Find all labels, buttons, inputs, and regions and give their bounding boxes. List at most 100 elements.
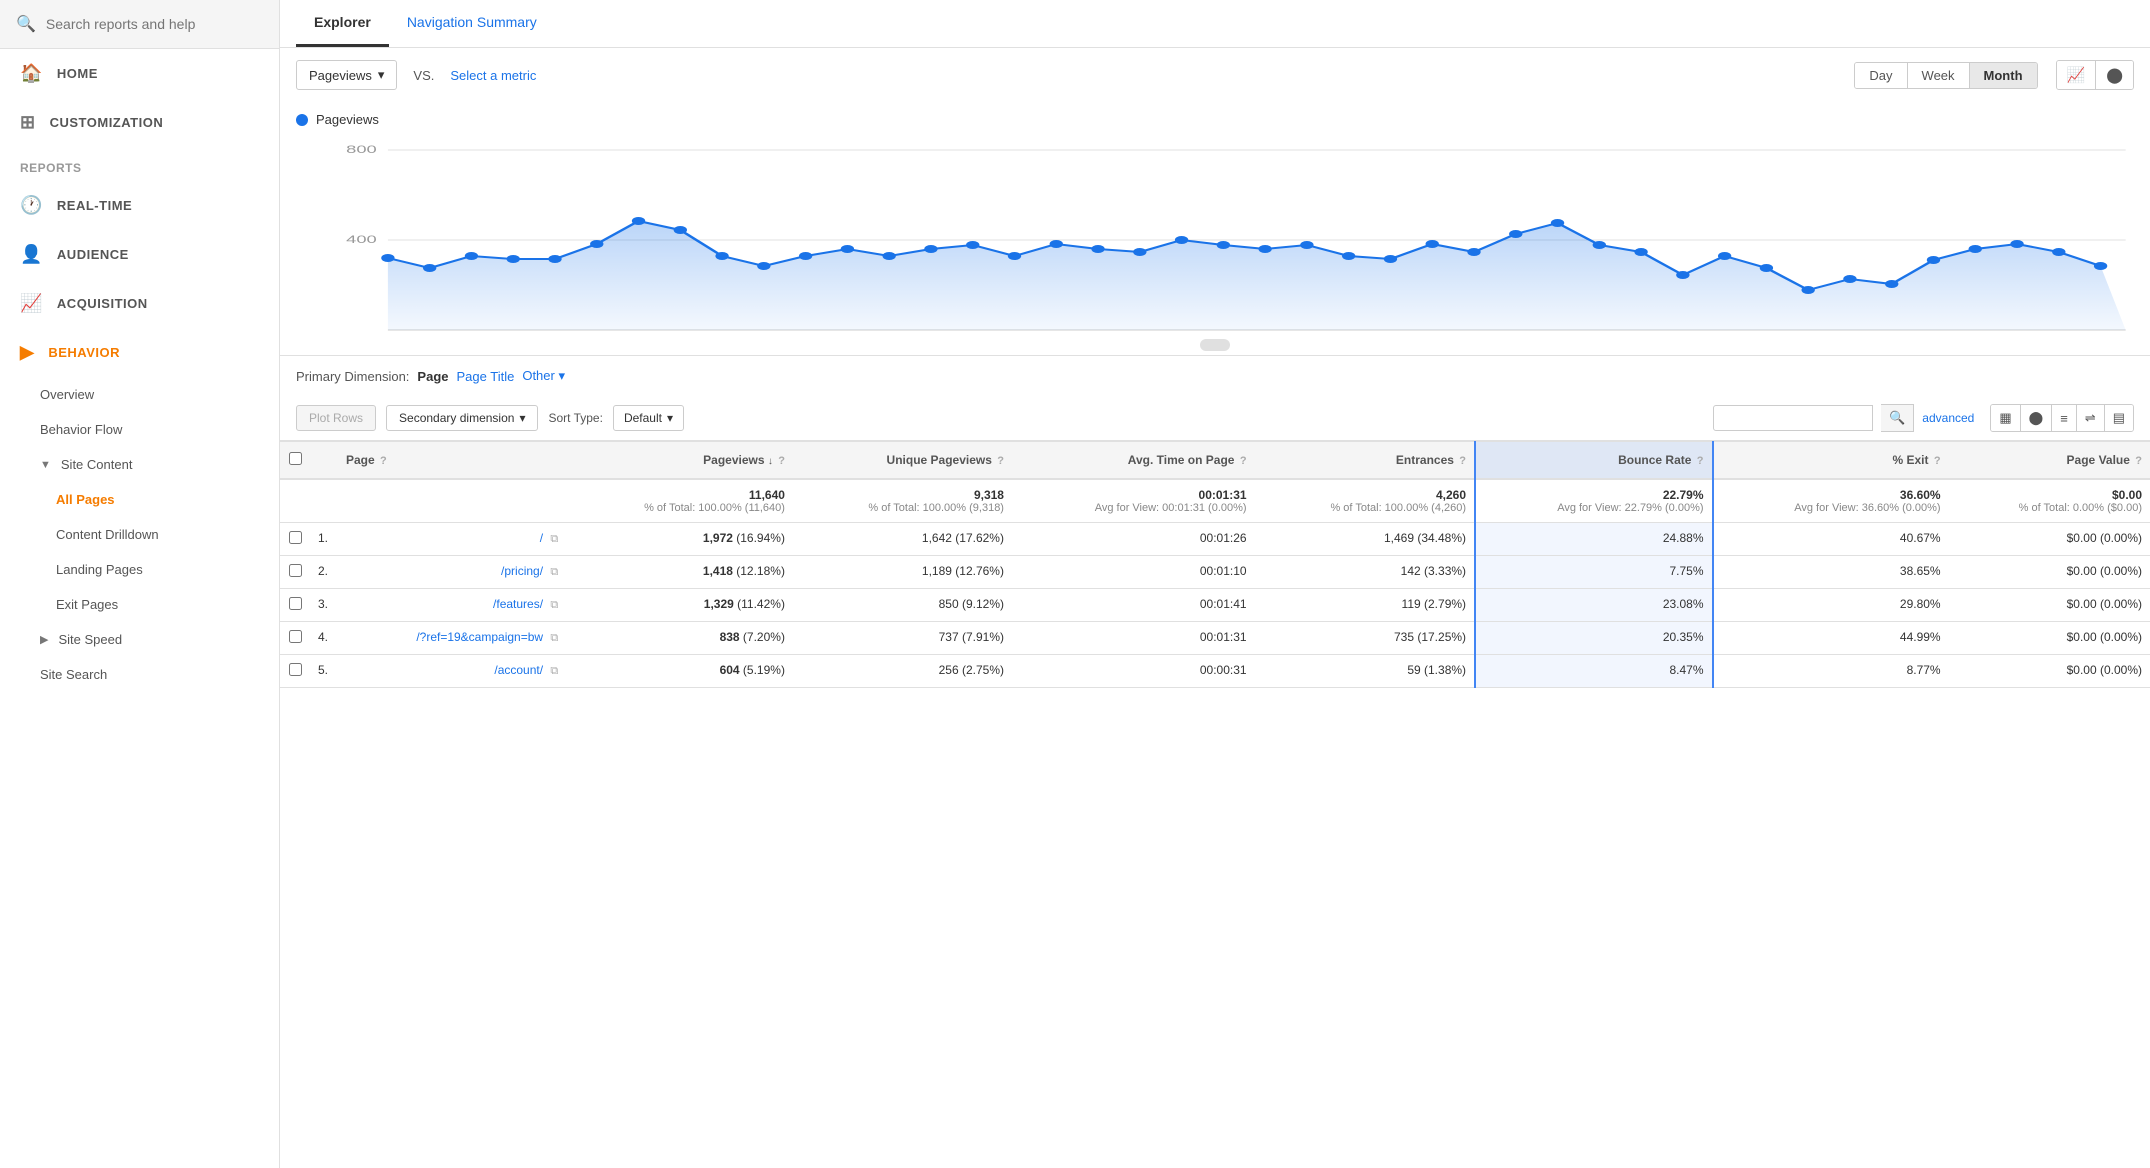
copy-icon-3[interactable]: ⧉ bbox=[550, 632, 558, 644]
tab-navigation-summary[interactable]: Navigation Summary bbox=[389, 0, 555, 47]
view-data-btn[interactable]: ▦ bbox=[1991, 405, 2020, 431]
total-page-value: $0.00 % of Total: 0.00% ($0.00) bbox=[1949, 479, 2150, 523]
copy-icon-1[interactable]: ⧉ bbox=[550, 566, 558, 578]
sidebar-item-landing-pages[interactable]: Landing Pages bbox=[0, 552, 279, 587]
copy-icon-0[interactable]: ⧉ bbox=[550, 533, 558, 545]
row-num-3: 4. bbox=[310, 622, 338, 655]
sidebar-item-audience[interactable]: 👤 AUDIENCE bbox=[0, 230, 279, 279]
sidebar-item-site-content[interactable]: ▼ Site Content bbox=[0, 447, 279, 482]
unique-pageviews-help-icon[interactable]: ? bbox=[997, 455, 1004, 467]
dim-page-title[interactable]: Page Title bbox=[457, 369, 515, 384]
dropdown-other-icon: ▾ bbox=[558, 368, 565, 383]
sidebar-item-customization[interactable]: ⊞ CUSTOMIZATION bbox=[0, 98, 279, 147]
row-checkbox-4[interactable] bbox=[289, 663, 302, 676]
page-link-1[interactable]: /pricing/ bbox=[501, 564, 543, 578]
pageviews-help-icon[interactable]: ? bbox=[778, 455, 785, 467]
pie-chart-btn[interactable]: ⬤ bbox=[2096, 61, 2133, 89]
view-pivot-btn[interactable]: ▤ bbox=[2105, 405, 2133, 431]
time-btn-week[interactable]: Week bbox=[1908, 63, 1970, 88]
sidebar-item-behavior-label: BEHAVIOR bbox=[48, 345, 120, 360]
time-btn-month[interactable]: Month bbox=[1970, 63, 2037, 88]
table-row: 4. /?ref=19&campaign=bw ⧉ 838 (7.20%) 73… bbox=[280, 622, 2150, 655]
row-checkbox-2[interactable] bbox=[289, 597, 302, 610]
advanced-link[interactable]: advanced bbox=[1922, 411, 1974, 425]
col-page: Page ? bbox=[338, 442, 566, 480]
copy-icon-2[interactable]: ⧉ bbox=[550, 599, 558, 611]
col-pct-exit: % Exit ? bbox=[1713, 442, 1949, 480]
sidebar-item-behavior-flow[interactable]: Behavior Flow bbox=[0, 412, 279, 447]
sidebar-item-site-speed[interactable]: ▶ Site Speed bbox=[0, 622, 279, 657]
chart-scroll-handle[interactable] bbox=[1200, 339, 1230, 351]
line-chart-btn[interactable]: 📈 bbox=[2057, 61, 2097, 89]
row-bounce-rate-0: 24.88% bbox=[1475, 523, 1713, 556]
dim-page[interactable]: Page bbox=[417, 369, 448, 384]
search-input[interactable] bbox=[46, 16, 263, 32]
col-pageviews: Pageviews ↓ ? bbox=[566, 442, 793, 480]
row-page-value-4: $0.00 (0.00%) bbox=[1949, 655, 2150, 688]
dim-other[interactable]: Other ▾ bbox=[522, 368, 565, 384]
sidebar-item-site-search[interactable]: Site Search bbox=[0, 657, 279, 692]
sidebar-item-acquisition[interactable]: 📈 ACQUISITION bbox=[0, 279, 279, 328]
row-page-value-0: $0.00 (0.00%) bbox=[1949, 523, 2150, 556]
sidebar-item-overview[interactable]: Overview bbox=[0, 377, 279, 412]
row-page-value-2: $0.00 (0.00%) bbox=[1949, 589, 2150, 622]
col-avg-time: Avg. Time on Page ? bbox=[1012, 442, 1255, 480]
sidebar-item-all-pages[interactable]: All Pages bbox=[0, 482, 279, 517]
row-pct-exit-0: 40.67% bbox=[1713, 523, 1949, 556]
total-pct-exit: 36.60% Avg for View: 36.60% (0.00%) bbox=[1713, 479, 1949, 523]
table-search-button[interactable]: 🔍 bbox=[1881, 404, 1914, 432]
view-comparison-btn[interactable]: ⇌ bbox=[2077, 405, 2105, 431]
tab-explorer[interactable]: Explorer bbox=[296, 0, 389, 47]
sidebar-item-home[interactable]: 🏠 HOME bbox=[0, 49, 279, 98]
pageviews-sort-icon[interactable]: ↓ bbox=[768, 456, 773, 467]
page-help-icon[interactable]: ? bbox=[380, 455, 387, 467]
page-link-2[interactable]: /features/ bbox=[493, 597, 543, 611]
pct-exit-help-icon[interactable]: ? bbox=[1934, 455, 1941, 467]
row-checkbox-1[interactable] bbox=[289, 564, 302, 577]
page-link-3[interactable]: /?ref=19&campaign=bw bbox=[416, 630, 543, 644]
sidebar-item-exit-pages[interactable]: Exit Pages bbox=[0, 587, 279, 622]
page-value-help-icon[interactable]: ? bbox=[2135, 455, 2142, 467]
row-avg-time-0: 00:01:26 bbox=[1012, 523, 1255, 556]
table-search-input[interactable] bbox=[1713, 405, 1873, 431]
row-entrances-3: 735 (17.25%) bbox=[1255, 622, 1475, 655]
time-btn-day[interactable]: Day bbox=[1855, 63, 1907, 88]
page-link-0[interactable]: / bbox=[540, 531, 543, 545]
row-page-2: /features/ ⧉ bbox=[338, 589, 566, 622]
row-pageviews-1: 1,418 (12.18%) bbox=[566, 556, 793, 589]
metric-selector[interactable]: Pageviews ▾ bbox=[296, 60, 397, 90]
plot-rows-button[interactable]: Plot Rows bbox=[296, 405, 376, 431]
view-performance-btn[interactable]: ≡ bbox=[2052, 405, 2077, 431]
select-metric-link[interactable]: Select a metric bbox=[450, 68, 536, 83]
secondary-dimension-selector[interactable]: Secondary dimension ▾ bbox=[386, 405, 538, 431]
row-checkbox-0[interactable] bbox=[289, 531, 302, 544]
view-pie-btn[interactable]: ⬤ bbox=[2021, 405, 2053, 431]
legend-label: Pageviews bbox=[316, 112, 379, 127]
row-avg-time-2: 00:01:41 bbox=[1012, 589, 1255, 622]
chart-container: Pageviews 800 400 Jan 29 Feb 5 Feb 12 Fe… bbox=[280, 102, 2150, 355]
row-page-0: / ⧉ bbox=[338, 523, 566, 556]
row-entrances-1: 142 (3.33%) bbox=[1255, 556, 1475, 589]
sidebar-item-realtime-label: REAL-TIME bbox=[57, 198, 132, 213]
page-link-4[interactable]: /account/ bbox=[494, 663, 543, 677]
search-box[interactable]: 🔍 bbox=[0, 0, 279, 49]
avg-time-help-icon[interactable]: ? bbox=[1240, 455, 1247, 467]
row-page-4: /account/ ⧉ bbox=[338, 655, 566, 688]
sidebar-item-content-drilldown[interactable]: Content Drilldown bbox=[0, 517, 279, 552]
expand-arrow-2-icon: ▶ bbox=[40, 633, 48, 646]
row-avg-time-3: 00:01:31 bbox=[1012, 622, 1255, 655]
sidebar-item-behavior[interactable]: ▶ BEHAVIOR bbox=[0, 328, 279, 377]
bounce-rate-help-icon[interactable]: ? bbox=[1697, 455, 1704, 467]
row-unique-pageviews-2: 850 (9.12%) bbox=[793, 589, 1012, 622]
sidebar-item-acquisition-label: ACQUISITION bbox=[57, 296, 148, 311]
row-checkbox-3[interactable] bbox=[289, 630, 302, 643]
select-all-checkbox[interactable] bbox=[289, 452, 302, 465]
row-unique-pageviews-1: 1,189 (12.76%) bbox=[793, 556, 1012, 589]
copy-icon-4[interactable]: ⧉ bbox=[550, 665, 558, 677]
sidebar-item-realtime[interactable]: 🕐 REAL-TIME bbox=[0, 181, 279, 230]
sort-type-selector[interactable]: Default ▾ bbox=[613, 405, 684, 431]
svg-text:400: 400 bbox=[346, 234, 377, 246]
entrances-help-icon[interactable]: ? bbox=[1459, 455, 1466, 467]
data-table: Page ? Pageviews ↓ ? Unique Pageviews ? … bbox=[280, 441, 2150, 688]
col-unique-pageviews: Unique Pageviews ? bbox=[793, 442, 1012, 480]
